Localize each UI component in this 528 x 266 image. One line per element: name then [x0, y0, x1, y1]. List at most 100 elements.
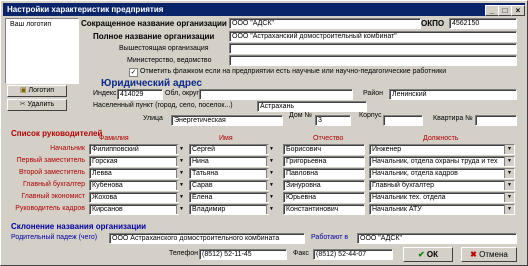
house-field[interactable]: 3: [315, 115, 351, 126]
logo-frame: Ваш логотип: [5, 18, 79, 84]
col-patronymic-header: Отчество: [313, 135, 344, 142]
delete-logo-label: Удалить: [27, 101, 55, 108]
chevron-down-icon[interactable]: ▼: [266, 181, 276, 190]
manager-patronymic-field[interactable]: Павловна: [283, 168, 365, 179]
manager-name-field[interactable]: Сергей: [189, 144, 269, 155]
chevron-down-icon[interactable]: ▼: [176, 157, 186, 166]
chevron-down-icon[interactable]: ▼: [176, 181, 186, 190]
apartment-field[interactable]: [475, 115, 517, 126]
chevron-down-icon[interactable]: ▼: [266, 157, 276, 166]
chevron-down-icon[interactable]: ▼: [266, 169, 276, 178]
manager-name-field[interactable]: Татьяна: [189, 168, 269, 179]
manager-patronymic-field[interactable]: Зинуровна: [283, 180, 365, 191]
maximize-button[interactable]: □: [498, 5, 512, 16]
phone-field[interactable]: (8512) 52-11-45: [199, 249, 287, 260]
fax-label: Факс: [293, 250, 309, 257]
cancel-label: Отмена: [479, 250, 508, 259]
manager-surname-field[interactable]: Кирсанов: [89, 204, 179, 215]
chevron-down-icon[interactable]: ▼: [504, 181, 514, 190]
street-label: Улица: [143, 115, 163, 122]
manager-surname-field[interactable]: Горская: [89, 156, 179, 167]
checkmark-icon: ✔: [417, 250, 425, 259]
index-field[interactable]: 414029: [117, 89, 163, 100]
settings-window: Настройки характеристик предприятия _ □ …: [0, 0, 528, 266]
manager-position-select[interactable]: Начальник АТУ: [369, 204, 515, 215]
parent-org-field[interactable]: [229, 43, 517, 54]
full-name-field[interactable]: ООО "Астраханский домостроительный комби…: [229, 31, 517, 42]
manager-position-select[interactable]: Инженер: [369, 144, 515, 155]
manager-surname-field[interactable]: Жохова: [89, 192, 179, 203]
close-button[interactable]: ×: [511, 5, 525, 16]
locality-field[interactable]: Астрахань: [257, 101, 367, 112]
chevron-down-icon[interactable]: ▼: [266, 205, 276, 214]
manager-name-field[interactable]: Нина: [189, 156, 269, 167]
chevron-down-icon[interactable]: ▼: [266, 145, 276, 154]
district-field[interactable]: Ленинский: [389, 89, 517, 100]
manager-name-field[interactable]: Сарав: [189, 180, 269, 191]
load-logo-button[interactable]: ▣ Логотип: [7, 85, 67, 97]
manager-patronymic-field[interactable]: Константинович: [283, 204, 365, 215]
chevron-down-icon[interactable]: ▼: [504, 145, 514, 154]
chevron-down-icon[interactable]: ▼: [176, 193, 186, 202]
chevron-down-icon[interactable]: ▼: [176, 169, 186, 178]
manager-position-select[interactable]: Главный бухгалтер: [369, 180, 515, 191]
cancel-button[interactable]: ✖ Отмена: [461, 247, 517, 262]
declension-title: Склонение названия организации: [11, 222, 147, 231]
ministry-label: Министерство, ведомство: [127, 57, 212, 64]
full-name-label: Полное название организации: [93, 32, 215, 41]
address-title: Юридический адрес: [101, 78, 202, 89]
ministry-field[interactable]: [229, 55, 517, 66]
manager-role-label: Главный экономист: [21, 193, 85, 200]
manager-surname-field[interactable]: Кубенова: [89, 180, 179, 191]
ok-button[interactable]: ✔ ОК: [403, 247, 453, 262]
manager-patronymic-field[interactable]: Борисович: [283, 144, 365, 155]
chevron-down-icon[interactable]: ▼: [176, 205, 186, 214]
short-name-field[interactable]: ООО "АДСК": [229, 18, 421, 29]
short-name-label: Сокращенное название организации: [81, 19, 227, 28]
title-bar[interactable]: Настройки характеристик предприятия _ □ …: [3, 3, 525, 16]
chevron-down-icon[interactable]: ▼: [504, 205, 514, 214]
col-position-header: Должность: [423, 135, 459, 142]
managers-title: Список руководителей: [11, 129, 103, 138]
chevron-down-icon[interactable]: ▼: [176, 145, 186, 154]
fax-field[interactable]: (8512) 52-44-07: [313, 249, 393, 260]
cancel-x-icon: ✖: [470, 250, 477, 259]
manager-position-select[interactable]: Начальник, отдела охраны труда и тех: [369, 156, 515, 167]
delete-icon: ✂: [19, 101, 26, 108]
load-logo-label: Логотип: [28, 87, 55, 94]
works-in-label: Работают в: [311, 234, 349, 241]
okpo-field[interactable]: 4562150: [449, 18, 517, 29]
manager-surname-field[interactable]: Левва: [89, 168, 179, 179]
science-checkbox[interactable]: ✓: [129, 68, 138, 77]
building-field[interactable]: [383, 115, 423, 126]
genitive-field[interactable]: ООО Астраханского домостроительного комб…: [109, 233, 305, 244]
manager-name-field[interactable]: Елена: [189, 192, 269, 203]
manager-role-label: Первый заместитель: [16, 157, 85, 164]
locality-label: Населенный пункт (город, село, поселок..…: [93, 102, 233, 109]
works-in-field[interactable]: ООО "АДСК": [357, 233, 517, 244]
science-check-label: Отметить флажком если на предприятии ест…: [140, 68, 447, 75]
manager-surname-field[interactable]: Филипповский: [89, 144, 179, 155]
minimize-button[interactable]: _: [485, 5, 499, 16]
chevron-down-icon[interactable]: ▼: [504, 193, 514, 202]
col-name-header: Имя: [219, 135, 233, 142]
manager-role-label: Главный бухгалтер: [23, 181, 85, 188]
ok-label: ОК: [426, 250, 439, 259]
okpo-label: ОКПО: [421, 19, 445, 28]
folder-icon: ▣: [19, 87, 27, 94]
building-label: Корпус: [359, 112, 382, 119]
region-field[interactable]: [199, 89, 353, 100]
manager-name-field[interactable]: Владимир: [189, 204, 269, 215]
street-field[interactable]: Энергетическая: [171, 115, 283, 126]
chevron-down-icon[interactable]: ▼: [266, 193, 276, 202]
manager-patronymic-field[interactable]: Григорьевна: [283, 156, 365, 167]
chevron-down-icon[interactable]: ▼: [504, 157, 514, 166]
manager-position-select[interactable]: Начальник, отдела кадров: [369, 168, 515, 179]
manager-position-select[interactable]: Начальник тех. отдела: [369, 192, 515, 203]
delete-logo-button[interactable]: ✂ Удалить: [7, 99, 67, 111]
col-surname-header: Фамилия: [99, 135, 129, 142]
manager-patronymic-field[interactable]: Юрьевна: [283, 192, 365, 203]
apartment-label: Квартира №: [433, 115, 473, 122]
logo-label: Ваш логотип: [10, 21, 52, 28]
chevron-down-icon[interactable]: ▼: [504, 169, 514, 178]
